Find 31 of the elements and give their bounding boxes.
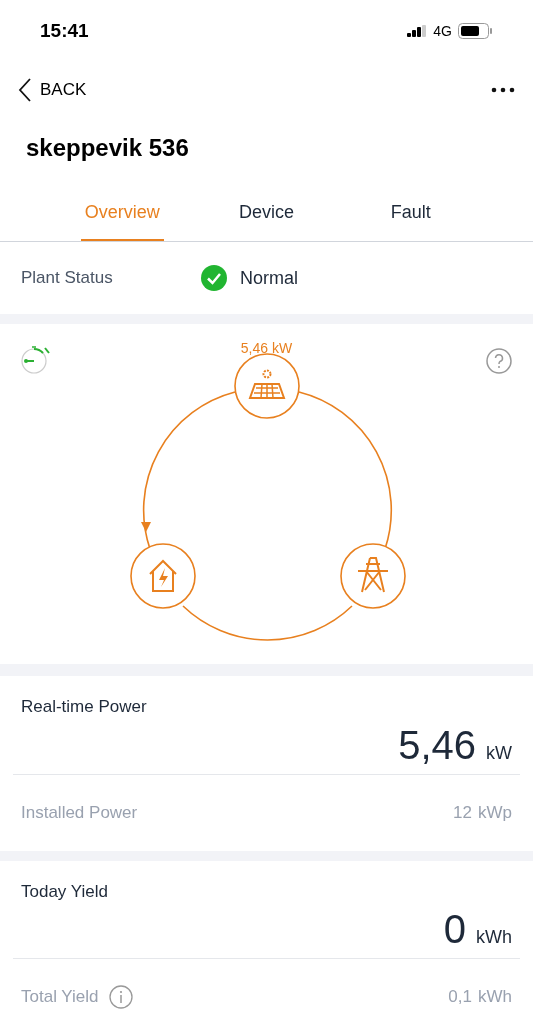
- metric-sub-unit: kWh: [478, 986, 512, 1009]
- tab[interactable]: Fault: [386, 186, 435, 241]
- chevron-left-icon: [18, 78, 32, 102]
- battery-icon: [458, 23, 493, 39]
- metric-value: 0: [443, 906, 466, 953]
- solar-power-value: 5,46 kW: [239, 339, 294, 358]
- metric-title: Today Yield: [21, 881, 108, 901]
- status-label: Plant Status: [21, 267, 114, 290]
- timer-icon[interactable]: [21, 345, 51, 375]
- tab[interactable]: Device: [234, 186, 298, 241]
- power-tower-node[interactable]: [340, 543, 406, 609]
- metric-sub-unit: kWp: [478, 801, 512, 824]
- help-icon[interactable]: [486, 348, 512, 374]
- metric-sub-label: Installed Power: [21, 801, 138, 824]
- back-button[interactable]: BACK: [18, 77, 87, 103]
- metric-sub-value: 0,1: [448, 986, 472, 1009]
- plant-title: skeppevik 536: [26, 134, 189, 161]
- clock-time: 15:41: [40, 18, 89, 43]
- metric-sub-label: Total Yield: [21, 986, 99, 1009]
- signal-icon: [407, 25, 428, 37]
- metric-unit: kW: [486, 741, 512, 765]
- metric-title: Real-time Power: [21, 697, 147, 716]
- info-icon[interactable]: [108, 985, 133, 1009]
- network-type: 4G: [433, 21, 452, 41]
- solar-panel-node[interactable]: [234, 353, 300, 419]
- metric-unit: kWh: [476, 926, 512, 949]
- house-node[interactable]: [130, 543, 196, 609]
- status-value: Normal: [240, 266, 298, 290]
- more-icon[interactable]: [491, 87, 515, 93]
- metric-sub-value: 12: [453, 801, 472, 824]
- metric-value: 5,46: [398, 721, 476, 769]
